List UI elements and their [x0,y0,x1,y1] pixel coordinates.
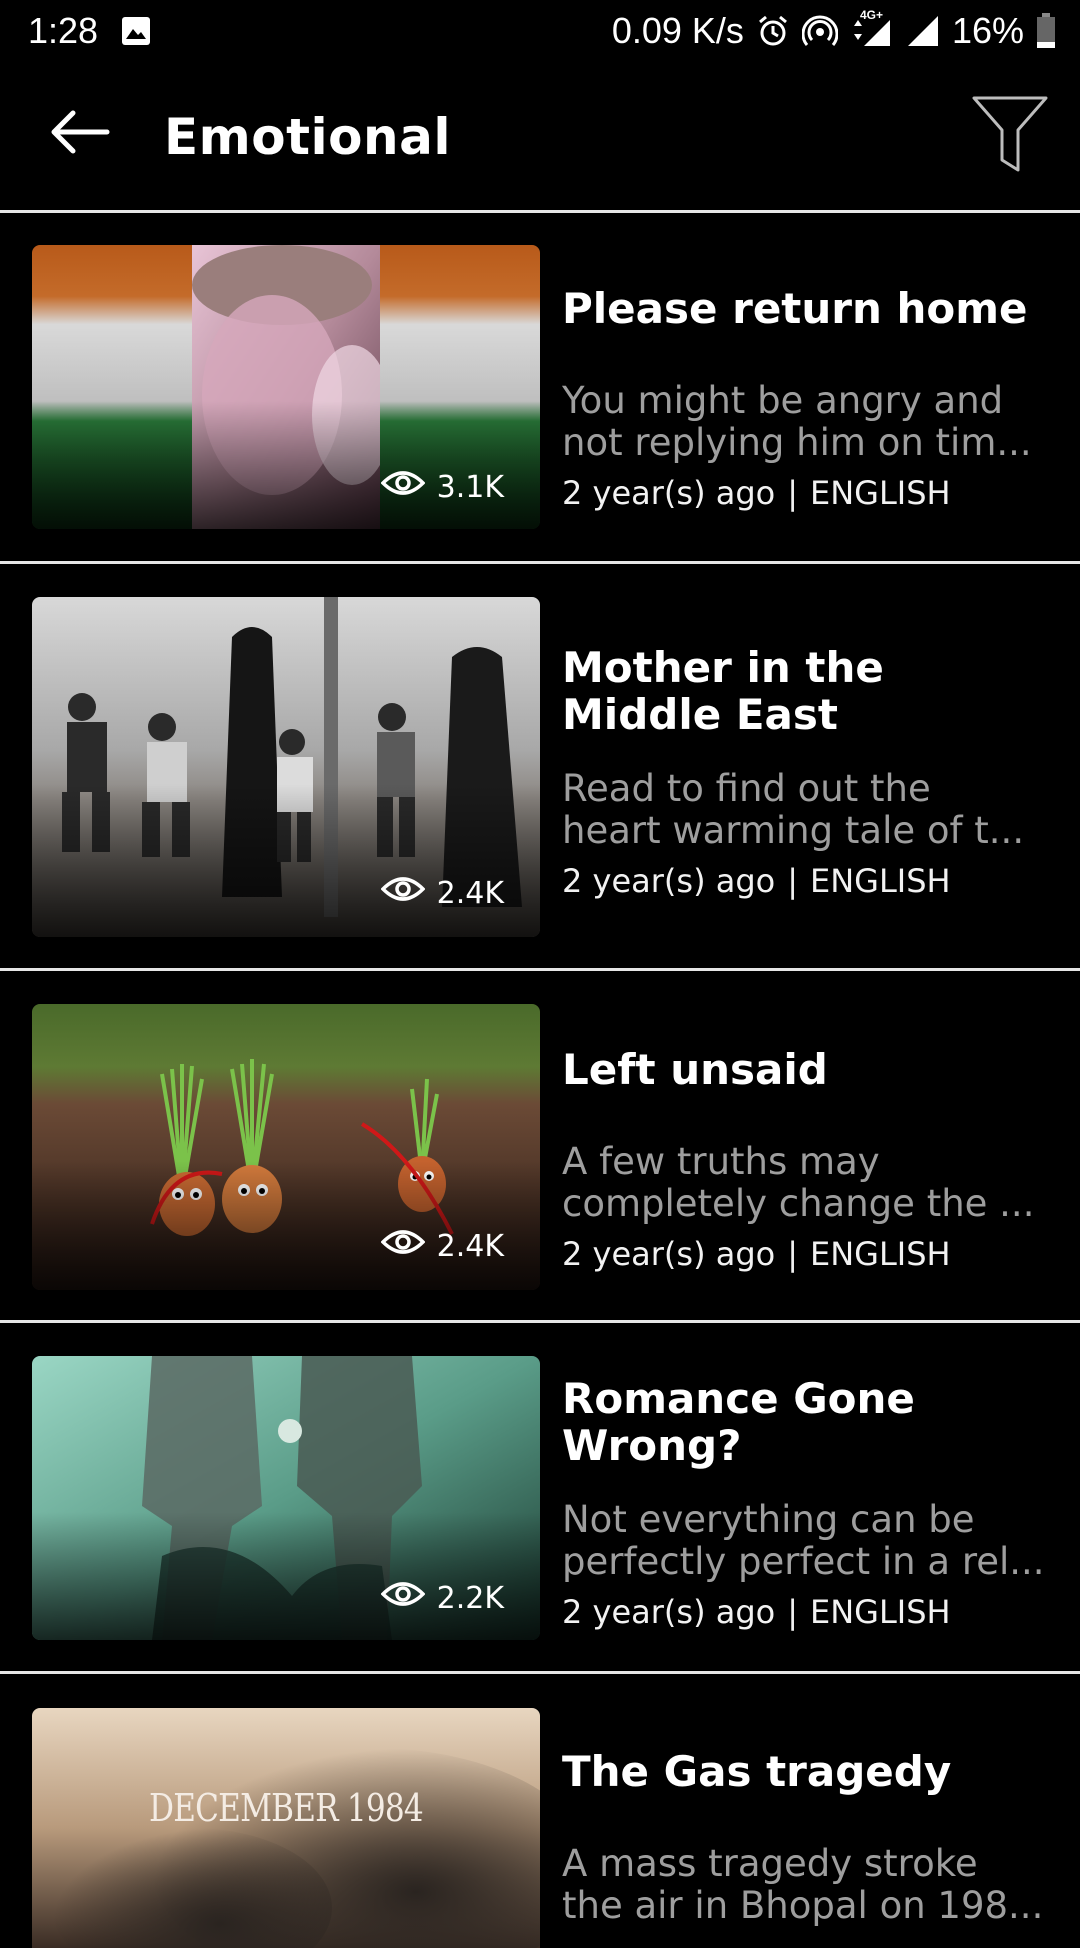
story-title[interactable]: The Gas tragedy [562,1748,1062,1795]
alarm-icon [756,14,790,48]
story-item[interactable]: 2.4K Mother in the Middle East Read to f… [0,564,1080,968]
story-description: You might be angry and not replying him … [562,380,1062,464]
hotspot-icon [801,14,838,48]
eye-icon [380,875,426,911]
story-language: ENGLISH [810,1235,951,1273]
arrow-left-icon [49,108,111,160]
eye-icon [380,1228,426,1264]
story-description: A few truths may completely change the .… [562,1141,1062,1225]
story-text: Please return home You might be angry an… [562,285,1062,512]
meta-separator: | [787,862,799,900]
view-count-value: 3.1K [436,469,504,505]
eye-icon [380,1580,426,1616]
story-description-line: Read to find out the [562,768,931,810]
story-title[interactable]: Romance Gone Wrong? [562,1375,962,1469]
signal-4g-icon: 4G+ [850,8,894,48]
story-language: ENGLISH [810,1593,951,1631]
story-item[interactable]: 3.1K Please return home You might be ang… [0,213,1080,561]
thumbnail-shade [32,401,540,529]
story-text: The Gas tragedy A mass tragedy stroke th… [562,1748,1062,1927]
page-title: Emotional [164,108,451,166]
story-item[interactable]: DECEMBER 1984 The Gas tragedy A mass tra… [0,1674,1080,1948]
story-age: 2 year(s) ago [562,1235,776,1273]
story-description-line: completely change the ... [562,1182,1035,1225]
meta-separator: | [787,1235,799,1273]
thumbnail-shade [32,784,540,937]
story-age: 2 year(s) ago [562,1593,776,1631]
story-title[interactable]: Mother in the Middle East [562,644,1052,738]
view-count: 2.4K [380,1228,504,1264]
story-title[interactable]: Left unsaid [562,1046,1062,1093]
story-text: Romance Gone Wrong? Not everything can b… [562,1375,1062,1631]
story-meta: 2 year(s) ago | ENGLISH [562,1235,1062,1273]
network-type: 4G+ [859,8,883,22]
story-description-line: the air in Bhopal on 198... [562,1884,1044,1927]
thumbnail-shade [32,1161,540,1290]
image-icon [120,15,152,47]
story-description-line: You might be angry and [562,380,1004,422]
story-thumbnail[interactable]: 2.4K [32,597,540,937]
view-count-value: 2.2K [436,1580,504,1616]
thumbnail-shade [32,1512,540,1640]
eye-icon [380,469,426,505]
story-meta: 2 year(s) ago | ENGLISH [562,474,1062,512]
signal-icon [906,14,940,48]
view-count-value: 2.4K [436,1228,504,1264]
meta-separator: | [787,1593,799,1631]
thumbnail-caption: DECEMBER 1984 [149,1786,424,1830]
app-bar: Emotional [0,64,1080,210]
story-description-line: Not everything can be [562,1499,975,1541]
story-description-line: perfectly perfect in a rel... [562,1540,1045,1583]
view-count: 2.2K [380,1580,504,1616]
network-speed: 0.09 K/s [611,10,744,51]
filter-button[interactable] [970,94,1050,178]
view-count: 3.1K [380,469,504,505]
story-language: ENGLISH [810,474,951,512]
battery-level: 16% [951,10,1024,51]
story-language: ENGLISH [810,862,951,900]
filter-icon [970,94,1050,178]
status-bar: 1:28 0.09 K/s 4G+ 16% [0,0,1080,64]
story-description: A mass tragedy stroke the air in Bhopal … [562,1843,1062,1927]
story-description-line: A few truths may [562,1141,880,1183]
story-meta: 2 year(s) ago | ENGLISH [562,862,1062,900]
story-thumbnail[interactable]: 2.2K [32,1356,540,1640]
story-thumbnail[interactable]: 2.4K [32,1004,540,1290]
view-count-value: 2.4K [436,875,504,911]
battery-icon [1036,13,1056,49]
story-thumbnail[interactable]: 3.1K [32,245,540,529]
status-time: 1:28 [28,10,99,51]
back-button[interactable] [40,104,120,164]
story-meta: 2 year(s) ago | ENGLISH [562,1593,1062,1631]
story-item[interactable]: 2.2K Romance Gone Wrong? Not everything … [0,1323,1080,1671]
story-title[interactable]: Please return home [562,285,1062,332]
story-description-line: heart warming tale of t... [562,809,1025,852]
story-description-line: not replying him on tim... [562,421,1032,464]
story-item[interactable]: 2.4K Left unsaid A few truths may comple… [0,971,1080,1320]
story-thumbnail[interactable]: DECEMBER 1984 [32,1708,540,1948]
story-description: Not everything can be perfectly perfect … [562,1499,1062,1583]
meta-separator: | [787,474,799,512]
story-age: 2 year(s) ago [562,474,776,512]
story-text: Mother in the Middle East Read to find o… [562,644,1062,900]
story-age: 2 year(s) ago [562,862,776,900]
story-text: Left unsaid A few truths may completely … [562,1046,1062,1273]
story-description: Read to find out the heart warming tale … [562,768,1062,852]
story-description-line: A mass tragedy stroke [562,1843,978,1885]
view-count: 2.4K [380,875,504,911]
